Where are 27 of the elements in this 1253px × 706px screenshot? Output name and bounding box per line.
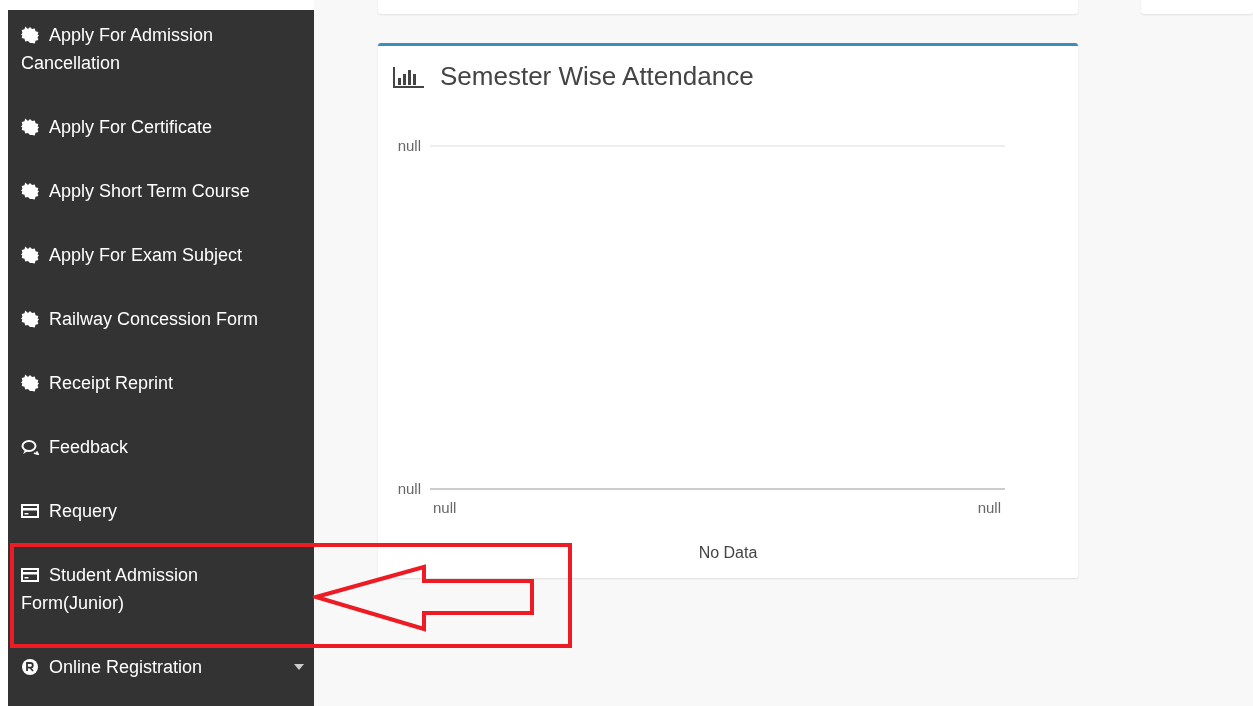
badge-icon [21,118,39,136]
sidebar-item[interactable]: Student Admission Form(Junior) [8,543,314,635]
sidebar-item[interactable]: Railway Concession Form [8,287,314,351]
sidebar-item[interactable]: Online Registration [8,635,314,699]
sidebar-item[interactable]: Apply For Exam Subject [8,223,314,287]
sidebar-item[interactable]: Feedback [8,415,314,479]
sidebar-item[interactable]: Apply For Certificate [8,95,314,159]
badge-icon [21,26,39,44]
sidebar-item[interactable]: Apply For Admission Cancellation [8,10,314,95]
card-title: Semester Wise Attendance [440,61,754,92]
card-icon [21,502,39,520]
axis-label: null [977,499,1001,516]
sidebar-item[interactable]: Apply Short Term Course [8,159,314,223]
axis-label: null [397,137,421,154]
badge-icon [21,246,39,264]
no-data-message: No Data [698,543,758,563]
bar-chart-icon [392,64,426,89]
badge-icon [21,374,39,392]
comments-icon [21,438,39,456]
card-icon [21,566,39,584]
badge-icon [21,310,39,328]
registered-icon [21,658,39,676]
badge-icon [21,182,39,200]
axis-label: null [433,499,457,516]
sidebar-item[interactable]: Requery [8,479,314,543]
sidebar-item[interactable]: Receipt Reprint [8,351,314,415]
axis-label: null [397,480,421,497]
